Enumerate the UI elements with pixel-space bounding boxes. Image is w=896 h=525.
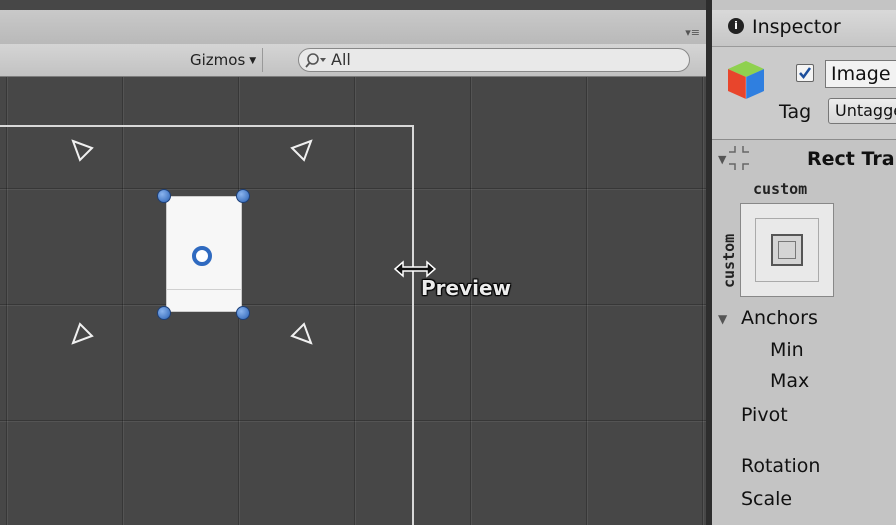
inspector-title[interactable]: Inspector — [752, 16, 841, 38]
image-inner-line — [167, 289, 241, 290]
preview-label: Preview — [421, 276, 512, 300]
tag-label: Tag — [779, 101, 812, 123]
info-icon: i — [728, 18, 744, 34]
chevron-down-icon: ▼ — [249, 56, 257, 66]
scale-label: Scale — [741, 488, 793, 510]
rect-transform-title: Rect Transform — [807, 148, 896, 170]
gizmos-dropdown[interactable]: Gizmos ▼ — [184, 48, 264, 72]
active-checkbox[interactable] — [796, 64, 814, 82]
canvas-bounds — [0, 125, 414, 525]
anchor-top-right-icon[interactable] — [288, 138, 314, 164]
anchors-label[interactable]: Anchors — [741, 307, 818, 329]
pivot-label: Pivot — [741, 404, 788, 426]
checkmark-icon — [799, 67, 812, 80]
panel-menu-icon[interactable]: ▾≡ — [685, 26, 700, 39]
anchors-foldout-icon[interactable]: ▼ — [718, 312, 727, 326]
pivot-icon[interactable] — [192, 246, 212, 266]
handle-bottom-left[interactable] — [157, 306, 171, 320]
scene-tab-bar: ▾≡ — [0, 10, 706, 45]
anchor-max-label: Max — [770, 370, 810, 392]
handle-bottom-right[interactable] — [236, 306, 250, 320]
gameobject-name-field[interactable]: Image — [825, 60, 896, 88]
gizmos-label: Gizmos — [190, 51, 246, 69]
inspector-panel: i Inspector Image Tag Untagged ▼ Rect Tr… — [712, 0, 896, 525]
anchor-preset-vertical-label: custom — [718, 216, 740, 290]
handle-top-left[interactable] — [157, 189, 171, 203]
handle-top-right[interactable] — [236, 189, 250, 203]
search-field[interactable]: All — [298, 48, 690, 72]
search-input[interactable]: All — [331, 50, 351, 69]
anchor-preset-horizontal-label: custom — [753, 180, 808, 198]
anchor-top-left-icon[interactable] — [70, 138, 96, 164]
rotation-label: Rotation — [741, 455, 821, 477]
gameobject-cube-icon — [728, 61, 764, 99]
anchor-min-label: Min — [770, 339, 804, 361]
tag-dropdown[interactable]: Untagged — [828, 98, 896, 124]
anchor-preset-box — [771, 234, 803, 266]
anchor-preset-vertical-text: custom — [720, 233, 738, 288]
anchor-bottom-left-icon[interactable] — [70, 320, 96, 346]
rect-transform-icon — [729, 146, 749, 170]
scene-view[interactable]: ▾≡ Gizmos ▼ All Preview — [0, 0, 706, 525]
search-icon — [305, 53, 326, 68]
anchor-preset-button[interactable] — [740, 203, 834, 297]
anchor-bottom-right-icon[interactable] — [288, 320, 314, 346]
